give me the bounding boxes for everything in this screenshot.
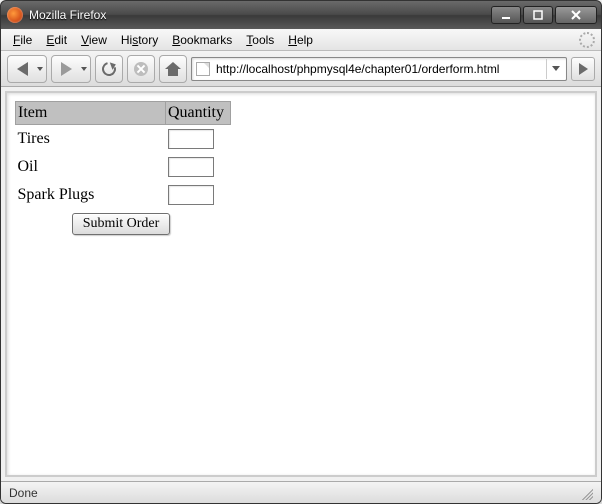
home-button[interactable] <box>159 55 187 83</box>
menu-view-label: iew <box>89 33 107 47</box>
throbber-icon <box>579 32 595 48</box>
menu-bookmarks[interactable]: Bookmarks <box>166 31 238 49</box>
navigation-toolbar <box>1 51 601 87</box>
url-bar[interactable] <box>191 57 567 81</box>
page-content: Item Quantity Tires Oil Spark Plugs Subm… <box>5 91 597 477</box>
table-header-row: Item Quantity <box>16 102 231 125</box>
quantity-input-oil[interactable] <box>168 157 214 177</box>
page-icon <box>196 62 210 76</box>
table-row: Submit Order <box>16 209 231 239</box>
forward-button[interactable] <box>51 55 91 83</box>
arrow-right-icon <box>579 63 588 75</box>
menubar: File Edit View History Bookmarks Tools H… <box>1 29 601 51</box>
menu-edit-label: dit <box>54 33 67 47</box>
stop-icon <box>134 62 148 76</box>
item-label: Oil <box>16 153 166 181</box>
item-label: Spark Plugs <box>16 181 166 209</box>
url-history-dropdown[interactable] <box>546 59 564 79</box>
menu-help-label: elp <box>297 33 313 47</box>
quantity-input-tires[interactable] <box>168 129 214 149</box>
minimize-button[interactable] <box>491 6 521 24</box>
item-label: Tires <box>16 125 166 154</box>
menu-history[interactable]: History <box>115 31 164 49</box>
submit-order-button[interactable]: Submit Order <box>72 213 171 235</box>
resize-grip-icon[interactable] <box>579 486 593 500</box>
header-item: Item <box>16 102 166 125</box>
back-button[interactable] <box>7 55 47 83</box>
arrow-left-icon <box>17 62 28 76</box>
chevron-down-icon <box>552 66 560 71</box>
reload-button[interactable] <box>95 55 123 83</box>
close-button[interactable] <box>555 6 597 24</box>
browser-window: Mozilla Firefox File Edit View History B… <box>0 0 602 504</box>
stop-button[interactable] <box>127 55 155 83</box>
status-text: Done <box>9 486 38 500</box>
menu-view[interactable]: View <box>75 31 113 49</box>
table-row: Tires <box>16 125 231 154</box>
url-input[interactable] <box>214 61 546 77</box>
table-row: Oil <box>16 153 231 181</box>
titlebar[interactable]: Mozilla Firefox <box>1 1 601 29</box>
window-title: Mozilla Firefox <box>29 8 106 22</box>
arrow-right-icon <box>61 62 72 76</box>
menu-file[interactable]: File <box>7 31 38 49</box>
chevron-down-icon[interactable] <box>37 67 43 71</box>
menu-file-label: ile <box>20 33 32 47</box>
reload-icon <box>99 59 118 78</box>
home-icon <box>165 62 181 76</box>
header-quantity: Quantity <box>166 102 231 125</box>
go-button[interactable] <box>571 57 595 81</box>
maximize-button[interactable] <box>523 6 553 24</box>
statusbar: Done <box>1 481 601 503</box>
quantity-input-sparkplugs[interactable] <box>168 185 214 205</box>
order-table: Item Quantity Tires Oil Spark Plugs Subm… <box>15 101 231 239</box>
menu-help[interactable]: Help <box>282 31 319 49</box>
menu-edit[interactable]: Edit <box>40 31 73 49</box>
menu-tools-label: ools <box>252 33 274 47</box>
menu-tools[interactable]: Tools <box>240 31 280 49</box>
chevron-down-icon[interactable] <box>81 67 87 71</box>
firefox-icon <box>7 7 23 23</box>
table-row: Spark Plugs <box>16 181 231 209</box>
menu-bookmarks-label: ookmarks <box>180 33 232 47</box>
menu-history-label: tory <box>138 33 158 47</box>
